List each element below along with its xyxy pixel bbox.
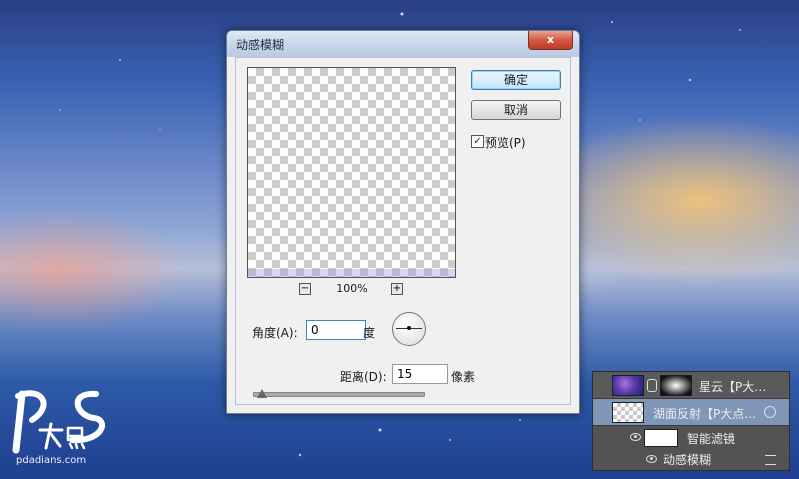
angle-dial-center xyxy=(407,326,411,330)
distance-input[interactable] xyxy=(392,364,448,384)
layer-name: 星云【P大… xyxy=(699,380,767,394)
link-icon[interactable] xyxy=(647,379,657,392)
angle-label: 角度(A): xyxy=(252,326,298,340)
dialog-body: − 100% + 确定 取消 ✓ 预览(P) 角度(A): 度 距离(D): 像… xyxy=(235,57,571,405)
smart-filters-label: 智能滤镜 xyxy=(687,432,736,446)
zoom-controls: − 100% + xyxy=(299,282,405,296)
layer-row[interactable]: 星云【P大… xyxy=(593,372,789,399)
dialog-titlebar[interactable]: 动感模糊 x xyxy=(227,31,579,57)
angle-input[interactable] xyxy=(306,320,366,340)
watermark-url: pdadians.com xyxy=(16,455,87,466)
smart-filters-row[interactable]: 智能滤镜 xyxy=(593,426,789,448)
filter-options-icon[interactable] xyxy=(765,455,776,465)
zoom-level: 100% xyxy=(336,282,368,295)
eye-icon[interactable] xyxy=(646,455,657,463)
ps-watermark-logo xyxy=(12,390,106,454)
angle-unit: 度 xyxy=(363,326,376,340)
smart-object-icon xyxy=(764,406,776,418)
layer-row-selected[interactable]: 湖面反射【P大点… xyxy=(593,399,789,426)
preview-checkbox[interactable]: ✓ xyxy=(471,135,484,148)
filter-mask-thumbnail[interactable] xyxy=(644,429,678,447)
distance-slider-thumb[interactable] xyxy=(256,389,267,398)
filter-row[interactable]: 动感模糊 xyxy=(593,449,789,469)
preview-blur-band xyxy=(248,269,455,277)
layer-name: 湖面反射【P大点… xyxy=(653,407,757,421)
zoom-out-button[interactable]: − xyxy=(299,283,311,295)
zoom-in-button[interactable]: + xyxy=(391,283,403,295)
filter-name: 动感模糊 xyxy=(663,453,712,467)
layer-thumbnail xyxy=(612,402,644,423)
close-button[interactable]: x xyxy=(528,31,573,50)
cancel-button[interactable]: 取消 xyxy=(471,100,561,120)
distance-label: 距离(D): xyxy=(340,370,387,384)
distance-slider-track[interactable] xyxy=(253,392,425,397)
layer-thumbnail xyxy=(612,375,644,396)
layer-mask-thumbnail[interactable] xyxy=(660,375,692,396)
angle-dial[interactable] xyxy=(392,312,426,346)
distance-unit: 像素 xyxy=(451,370,476,384)
preview-canvas[interactable] xyxy=(247,67,456,278)
motion-blur-dialog: 动感模糊 x − 100% + 确定 取消 ✓ 预览(P) 角度(A): 度 距… xyxy=(226,30,580,414)
eye-icon[interactable] xyxy=(630,433,641,441)
ok-button[interactable]: 确定 xyxy=(471,70,561,90)
layers-panel: 星云【P大… 湖面反射【P大点… 智能滤镜 动感模糊 xyxy=(592,371,790,471)
preview-checkbox-label: 预览(P) xyxy=(485,136,526,150)
dialog-title: 动感模糊 xyxy=(236,38,285,52)
